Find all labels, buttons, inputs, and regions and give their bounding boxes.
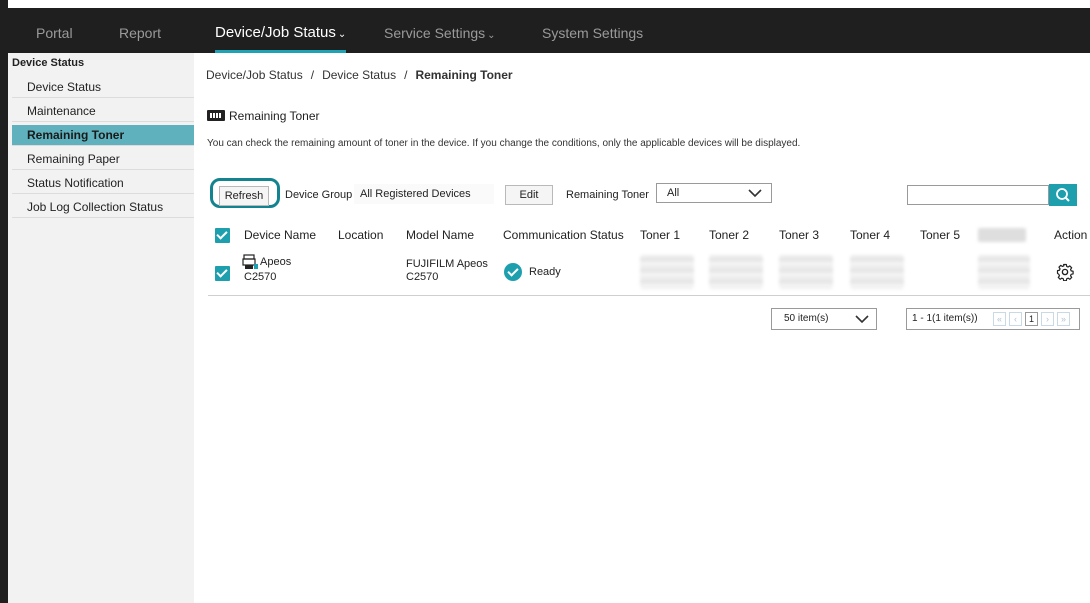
device-group-value: All Registered Devices (354, 184, 494, 204)
col-location[interactable]: Location (338, 220, 383, 250)
toner-3-value (779, 255, 833, 289)
page-number[interactable]: 1 (1025, 312, 1038, 326)
sidebar-item-maintenance[interactable]: Maintenance (12, 101, 194, 122)
table-header: Device Name Location Model Name Communic… (208, 220, 1090, 250)
nav-service-settings[interactable]: Service Settings ⌄ (384, 8, 496, 53)
table-row[interactable]: Apeos C2570 FUJIFILM Apeos C2570 Ready (208, 250, 1090, 296)
toner-4-value (850, 255, 904, 289)
search-input[interactable] (907, 185, 1049, 205)
search-button[interactable] (1049, 184, 1077, 206)
model-name-line1: FUJIFILM Apeos (406, 258, 488, 270)
col-action: Action (1054, 228, 1088, 242)
redacted-value (978, 255, 1030, 289)
remaining-toner-select-value: All (667, 187, 680, 199)
gear-icon[interactable] (1056, 263, 1074, 281)
last-page-icon[interactable]: » (1057, 312, 1070, 326)
row-checkbox[interactable] (215, 266, 230, 281)
breadcrumb-item-current: Remaining Toner (415, 68, 513, 82)
nav-portal[interactable]: Portal (36, 8, 73, 53)
sidebar-item-remaining-paper[interactable]: Remaining Paper (12, 149, 194, 170)
pagination-bar: 1 - 1(1 item(s)) « ‹ 1 › » (906, 308, 1080, 330)
nav-device-job-status-label: Device/Job Status (215, 24, 336, 41)
page-title-text: Remaining Toner (229, 109, 320, 123)
breadcrumb-separator: / (310, 68, 315, 82)
chevron-down-icon: ⌄ (487, 30, 496, 41)
device-name-line1[interactable]: Apeos (260, 256, 291, 269)
sidebar-item-status-notification[interactable]: Status Notification (12, 173, 194, 194)
refresh-button[interactable]: Refresh (219, 186, 269, 206)
chevron-down-icon (748, 189, 762, 198)
sidebar-heading: Device Status (12, 57, 85, 69)
remaining-toner-filter-label: Remaining Toner (566, 189, 649, 201)
col-toner-2[interactable]: Toner 2 (709, 220, 749, 250)
chevron-down-icon (855, 315, 869, 324)
main-content: Device/Job Status / Device Status / Remainin… (194, 53, 1090, 603)
top-nav-bar: Portal Report Device/Job Status ⌄ Service… (8, 8, 1090, 53)
remaining-toner-select[interactable]: All (656, 183, 772, 203)
edit-device-group-button[interactable]: Edit (505, 185, 553, 205)
breadcrumb-item-device-status[interactable]: Device Status (322, 68, 396, 82)
breadcrumb: Device/Job Status / Device Status / Remainin… (206, 68, 513, 82)
sidebar-item-remaining-toner[interactable]: Remaining Toner (12, 125, 194, 146)
items-per-page-select[interactable]: 50 item(s) (771, 308, 877, 330)
toner-1-value (640, 255, 694, 289)
nav-device-job-status[interactable]: Device/Job Status ⌄ (215, 8, 347, 53)
toner-2-value (709, 255, 763, 289)
select-all-checkbox[interactable] (215, 228, 230, 243)
device-name-line2[interactable]: C2570 (244, 271, 276, 284)
first-page-icon[interactable]: « (993, 312, 1006, 326)
prev-page-icon[interactable]: ‹ (1009, 312, 1022, 326)
device-group-label: Device Group (285, 189, 353, 201)
next-page-icon[interactable]: › (1041, 312, 1054, 326)
col-toner-4[interactable]: Toner 4 (850, 220, 890, 250)
search-icon (1056, 188, 1070, 202)
window-left-edge (0, 0, 8, 603)
col-toner-1[interactable]: Toner 1 (640, 220, 680, 250)
status-text: Ready (529, 266, 561, 278)
check-circle-icon (504, 263, 522, 281)
page-title: Remaining Toner (207, 109, 320, 123)
printer-icon (242, 254, 258, 269)
nav-system-settings[interactable]: System Settings (542, 8, 643, 53)
col-toner-3[interactable]: Toner 3 (779, 220, 819, 250)
nav-service-settings-label: Service Settings (384, 25, 486, 41)
chevron-down-icon: ⌄ (337, 29, 347, 40)
col-model-name[interactable]: Model Name (406, 220, 474, 250)
app-window: Portal Report Device/Job Status ⌄ Service… (0, 0, 1090, 603)
pagination-range: 1 - 1(1 item(s)) (912, 313, 978, 324)
nav-report[interactable]: Report (119, 8, 161, 53)
breadcrumb-item-device-job-status[interactable]: Device/Job Status (206, 68, 303, 82)
col-communication-status[interactable]: Communication Status (503, 220, 624, 250)
items-per-page-value: 50 item(s) (784, 313, 829, 324)
col-device-name[interactable]: Device Name (244, 220, 316, 250)
sidebar-item-job-log-collection-status[interactable]: Job Log Collection Status (12, 197, 194, 218)
toner-icon (207, 110, 225, 121)
model-name-line2: C2570 (406, 271, 439, 283)
col-toner-5[interactable]: Toner 5 (920, 220, 960, 250)
sidebar: Device Status Device Status Maintenance … (8, 53, 194, 603)
sidebar-item-device-status[interactable]: Device Status (12, 77, 194, 98)
page-description: You can check the remaining amount of to… (207, 138, 801, 149)
col-redacted (978, 228, 1026, 242)
breadcrumb-separator: / (404, 68, 408, 82)
